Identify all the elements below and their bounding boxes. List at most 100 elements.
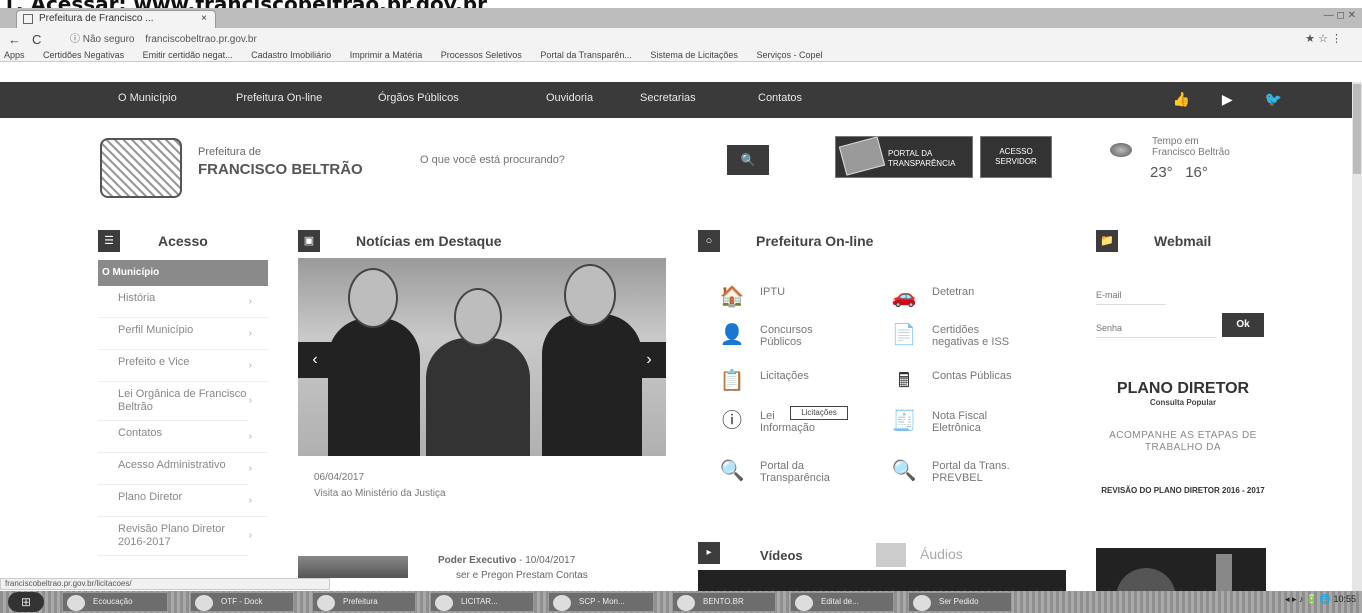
tab-close-icon[interactable]: × xyxy=(201,11,207,27)
news-thumbnail[interactable] xyxy=(298,556,408,578)
taskbar-item[interactable]: Edital de... xyxy=(790,592,894,612)
menu-item[interactable]: Lei Orgânica de Francisco Beltrão › xyxy=(98,382,252,421)
news-item-second[interactable]: Poder Executivo - 10/04/2017 xyxy=(438,555,575,566)
bookmark-apps[interactable]: Apps xyxy=(4,50,25,60)
service-portal-transparencia[interactable]: 🔍 Portal da Transparência xyxy=(718,456,888,496)
service-detetran[interactable]: 🚗 Detetran xyxy=(890,282,1060,322)
reload-icon[interactable]: C xyxy=(32,32,41,47)
service-licitacoes[interactable]: 📋 Licitações xyxy=(718,366,888,406)
menu-item[interactable]: História › xyxy=(98,286,268,318)
email-field[interactable] xyxy=(1096,285,1166,305)
app-icon xyxy=(677,595,695,611)
city-crest-logo[interactable] xyxy=(100,138,182,198)
login-ok-button[interactable]: Ok xyxy=(1222,313,1264,337)
acesso-menu: O Município História › Perfil Município › … xyxy=(98,260,268,556)
taskbar-item[interactable]: BENTO.BR xyxy=(672,592,776,612)
portal-transparencia-button[interactable]: PORTAL DA TRANSPARÊNCIA xyxy=(835,136,973,178)
menu-item[interactable]: Revisão Plano Diretor 2016-2017 › xyxy=(98,517,252,556)
acesso-header: ☰ Acesso xyxy=(98,230,268,258)
nav-municipio[interactable]: O Município xyxy=(118,92,177,104)
like-icon[interactable]: 👍 xyxy=(1173,91,1190,107)
taskbar-item[interactable]: Ser Pedido xyxy=(908,592,1012,612)
plano-diretor-title[interactable]: PLANO DIRETOR xyxy=(1098,380,1268,398)
browser-tab[interactable]: Prefeitura de Francisco ... × xyxy=(16,10,216,28)
bookmark-item[interactable]: Processos Seletivos xyxy=(441,50,522,60)
plano-diretor-subtitle: Consulta Popular xyxy=(1149,398,1217,407)
menu-item[interactable]: Perfil Município › xyxy=(98,318,268,350)
photo-face xyxy=(564,264,616,326)
menu-item-municipio[interactable]: O Município xyxy=(98,260,268,286)
carousel-prev-button[interactable]: ‹ xyxy=(298,342,332,378)
system-tray[interactable]: ◂ ▸ ♪ 🔋 🌐 10:55 xyxy=(1040,594,1356,610)
plano-diretor-banner[interactable] xyxy=(1096,548,1266,592)
bookmark-item[interactable]: Emitir certidão negat... xyxy=(143,50,233,60)
videos-tab[interactable]: Vídeos xyxy=(760,548,803,563)
bookmark-item[interactable]: Sistema de Licitações xyxy=(650,50,738,60)
menu-item[interactable]: Contatos › xyxy=(98,421,268,453)
online-header: ○ Prefeitura On-line xyxy=(698,230,1068,258)
weather-temps: 23° 16° xyxy=(1150,164,1208,181)
menu-item[interactable]: Prefeito e Vice › xyxy=(98,350,268,382)
back-icon[interactable]: ← xyxy=(8,32,21,47)
carousel-next-button[interactable]: › xyxy=(632,342,666,378)
acesso-servidor-button[interactable]: ACESSO SERVIDOR xyxy=(980,136,1052,178)
scrollbar-thumb[interactable] xyxy=(1353,84,1361,174)
youtube-icon[interactable]: ▶ xyxy=(1222,91,1233,107)
nav-prefeitura-online[interactable]: Prefeitura On-line xyxy=(236,92,322,104)
taskbar-item[interactable]: LICITAR... xyxy=(430,592,534,612)
service-portal-prevbel[interactable]: 🔍 Portal da Trans. PREVBEL xyxy=(890,456,1060,496)
nav-orgaos-publicos[interactable]: Órgãos Públicos xyxy=(378,92,459,104)
service-certidoes[interactable]: 📄 Certidões negativas e ISS xyxy=(890,320,1060,360)
chevron-right-icon: › xyxy=(248,430,252,442)
nav-contatos[interactable]: Contatos xyxy=(758,92,802,104)
news-carousel-image[interactable]: ‹ › xyxy=(298,258,666,456)
security-indicator[interactable]: ⓘ Não seguro xyxy=(70,34,134,45)
menu-item[interactable]: Plano Diretor › xyxy=(98,485,268,517)
bookmark-item[interactable]: Portal da Transparên... xyxy=(540,50,632,60)
bookmark-star-icon[interactable]: ★ ☆ ⋮ xyxy=(1305,32,1342,45)
news-category: Poder Executivo xyxy=(438,555,517,566)
temp-max: 23° xyxy=(1150,164,1173,181)
circle-icon: ○ xyxy=(698,230,720,252)
video-player[interactable] xyxy=(698,570,1066,592)
bookmark-item[interactable]: Imprimir a Matéria xyxy=(350,50,423,60)
menu-item[interactable]: Acesso Administrativo › xyxy=(98,453,252,485)
url-field[interactable]: ⓘ Não seguro franciscobeltrao.pr.gov.br xyxy=(70,32,1250,48)
favicon-icon xyxy=(23,14,33,24)
start-button[interactable]: ⊞ xyxy=(8,592,44,612)
service-label: Contas Públicas xyxy=(932,370,1012,382)
menu-item-label: Acesso Administrativo xyxy=(118,459,226,471)
password-field[interactable] xyxy=(1096,318,1216,338)
nav-secretarias[interactable]: Secretarias xyxy=(640,92,696,104)
photo-face xyxy=(348,268,398,328)
taskbar-item[interactable]: Ecoucação xyxy=(62,592,168,612)
search-input[interactable] xyxy=(420,145,720,175)
chevron-right-icon: › xyxy=(248,327,252,339)
window-controls[interactable]: — ◻ ✕ xyxy=(1246,10,1356,24)
menu-item-label: Lei Orgânica de Francisco Beltrão xyxy=(118,388,247,413)
taskbar-item[interactable]: OTF - Dock xyxy=(190,592,294,612)
service-contas-publicas[interactable]: 🖩 Contas Públicas xyxy=(890,366,1060,406)
taskbar-item[interactable]: SCP - Mon... xyxy=(548,592,654,612)
news-headline-2[interactable]: ser e Pregon Prestam Contas xyxy=(456,570,588,581)
menu-item-label: História xyxy=(118,292,156,304)
bookmark-item[interactable]: Certidões Negativas xyxy=(43,50,124,60)
bookmark-item[interactable]: Cadastro Imobiliário xyxy=(251,50,331,60)
nav-ouvidoria[interactable]: Ouvidoria xyxy=(546,92,593,104)
site-nav: O Município Prefeitura On-line Órgãos Pú… xyxy=(0,82,1362,118)
app-icon xyxy=(553,595,571,611)
service-iptu[interactable]: 🏠 IPTU xyxy=(718,282,888,322)
bookmark-item[interactable]: Serviços - Copel xyxy=(756,50,822,60)
tab-bar: Prefeitura de Francisco ... × — ◻ ✕ xyxy=(0,8,1362,28)
twitter-icon[interactable]: 🐦 xyxy=(1265,91,1282,107)
service-nota-fiscal[interactable]: 🧾 Nota Fiscal Eletrônica xyxy=(890,406,1060,446)
search-button[interactable]: 🔍 xyxy=(727,145,769,175)
news-headline[interactable]: Visita ao Ministério da Justiça xyxy=(314,488,446,499)
menu-item-label: Prefeito e Vice xyxy=(118,356,190,368)
service-concursos[interactable]: 👤 Concursos Públicos xyxy=(718,320,888,360)
audios-tab[interactable]: Áudios xyxy=(920,546,963,562)
folder-icon: 📁 xyxy=(1096,230,1118,252)
taskbar-item[interactable]: Prefeitura xyxy=(312,592,416,612)
service-label: Concursos Públicos xyxy=(760,324,813,348)
audio-icon xyxy=(876,543,906,567)
